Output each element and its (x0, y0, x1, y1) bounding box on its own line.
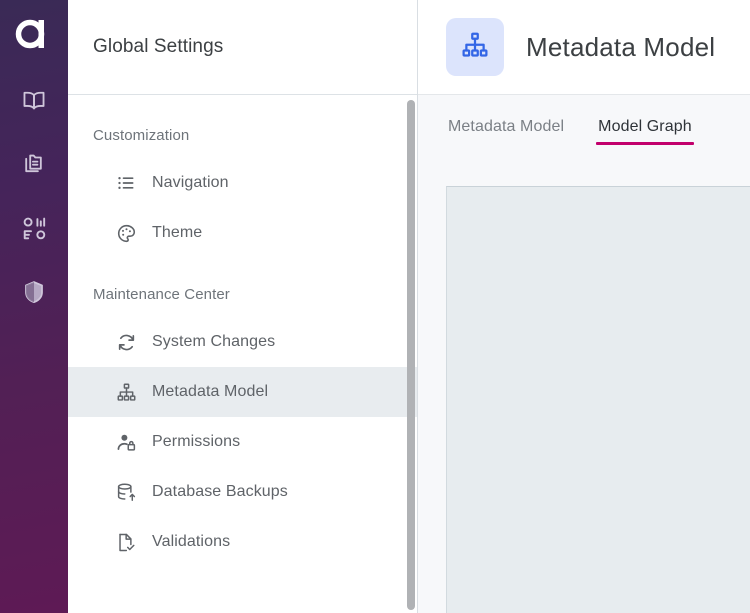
rail-item-documents[interactable] (0, 132, 68, 196)
nav-panel-header: Global Settings (68, 0, 417, 95)
hierarchy-icon-badge (446, 18, 504, 76)
sidebar-item-system-changes[interactable]: System Changes (68, 317, 417, 367)
sidebar-item-label: Navigation (152, 174, 229, 192)
rail-item-security[interactable] (0, 260, 68, 324)
app-logo[interactable] (0, 0, 68, 68)
global-nav-rail (0, 0, 68, 613)
sidebar-item-validations[interactable]: Validations (68, 517, 417, 567)
tab-label: Model Graph (598, 118, 692, 135)
sidebar-item-label: Metadata Model (152, 383, 268, 401)
nav-section-label-customization: Customization (68, 113, 417, 158)
content-header: Metadata Model (418, 0, 750, 95)
sidebar-item-permissions[interactable]: Permissions (68, 417, 417, 467)
rail-icon-list (0, 68, 68, 324)
content-title: Metadata Model (526, 32, 715, 63)
palette-icon (115, 222, 137, 244)
sidebar-item-label: Validations (152, 533, 230, 551)
sidebar-item-database-backups[interactable]: Database Backups (68, 467, 417, 517)
rail-item-book[interactable] (0, 68, 68, 132)
nav-scrollbar[interactable] (404, 95, 417, 613)
documents-icon (21, 151, 47, 177)
analytics-dashboard-icon (21, 215, 48, 242)
document-check-icon (115, 531, 137, 553)
nav-section-label-maintenance: Maintenance Center (68, 258, 417, 317)
settings-nav-panel: Global Settings Customization Navigation (68, 0, 418, 613)
app-window: Global Settings Customization Navigation (0, 0, 750, 613)
hierarchy-icon (460, 30, 490, 65)
refresh-icon (115, 331, 137, 353)
page-title: Global Settings (93, 36, 223, 58)
content-area: Metadata Model Metadata Model Model Grap… (418, 0, 750, 613)
sidebar-item-navigation[interactable]: Navigation (68, 158, 417, 208)
model-graph-canvas[interactable] (446, 186, 750, 613)
sidebar-item-theme[interactable]: Theme (68, 208, 417, 258)
hierarchy-icon (115, 381, 137, 403)
user-lock-icon (115, 431, 137, 453)
list-icon (115, 172, 137, 194)
content-tabs: Metadata Model Model Graph (418, 95, 750, 186)
nav-scroll-region: Customization Navigation (68, 95, 417, 613)
sidebar-item-label: Database Backups (152, 483, 288, 501)
rail-item-dashboards[interactable] (0, 196, 68, 260)
content-body (418, 186, 750, 613)
book-icon (21, 87, 47, 113)
tab-model-graph[interactable]: Model Graph (596, 113, 694, 145)
database-upload-icon (115, 481, 137, 503)
shield-icon (21, 279, 47, 305)
sidebar-item-metadata-model[interactable]: Metadata Model (68, 367, 417, 417)
sidebar-item-label: Permissions (152, 433, 240, 451)
tab-label: Metadata Model (448, 118, 564, 135)
sidebar-item-label: System Changes (152, 333, 275, 351)
nav-scrollbar-thumb[interactable] (407, 100, 415, 610)
tab-metadata-model[interactable]: Metadata Model (446, 113, 566, 145)
sidebar-item-label: Theme (152, 224, 202, 242)
